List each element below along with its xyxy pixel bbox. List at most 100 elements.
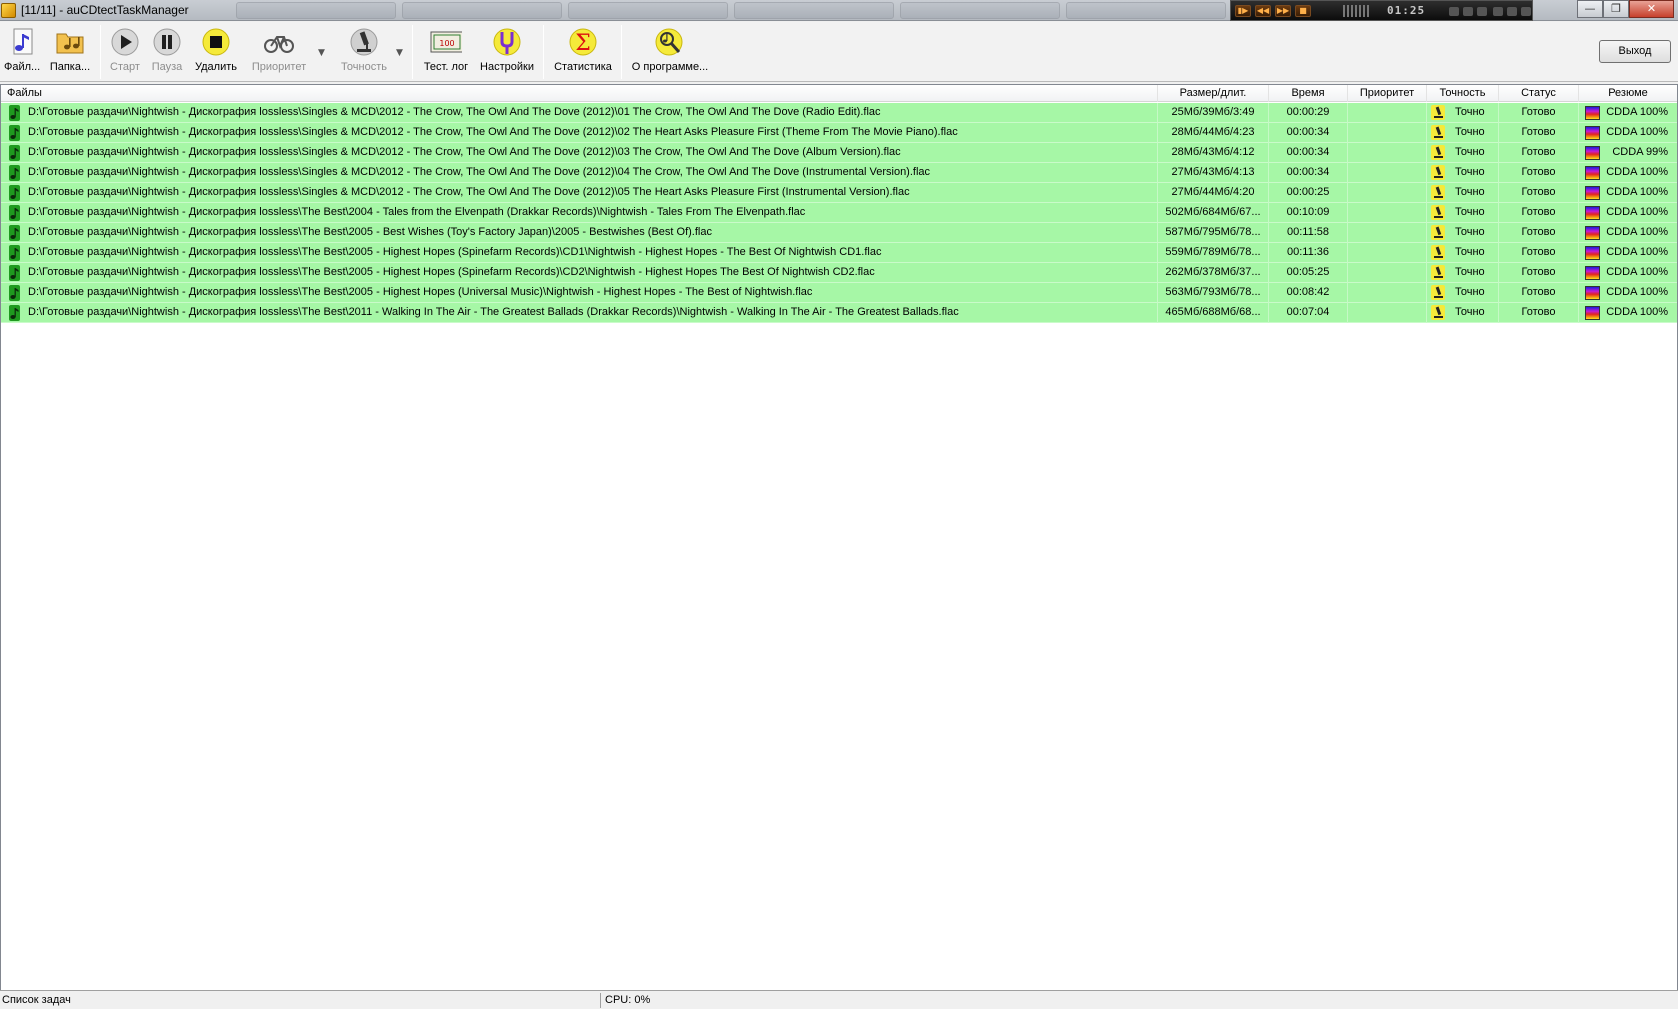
background-taskbar-tabs bbox=[236, 2, 1226, 19]
test-log-icon: 100 bbox=[430, 26, 462, 58]
accuracy-value: Точно bbox=[1427, 203, 1499, 223]
table-row[interactable]: D:\Готовые раздачи\Nightwish - Дискограф… bbox=[1, 203, 1677, 223]
table-row[interactable]: D:\Готовые раздачи\Nightwish - Дискограф… bbox=[1, 243, 1677, 263]
equalizer-icon bbox=[1343, 5, 1369, 17]
file-size: 587Мб/795Мб/78... bbox=[1158, 223, 1269, 243]
file-size: 27Мб/43Мб/4:13 bbox=[1158, 163, 1269, 183]
toolbar-separator bbox=[412, 25, 413, 79]
player-min-icon[interactable] bbox=[1493, 7, 1503, 16]
start-button[interactable]: Старт bbox=[106, 26, 144, 73]
play-icon bbox=[109, 26, 141, 58]
player-time: 01:25 bbox=[1387, 4, 1426, 17]
settings-button[interactable]: Настройки bbox=[478, 26, 536, 73]
accuracy-dropdown-arrow-icon[interactable]: ▼ bbox=[396, 48, 403, 58]
player-close-icon[interactable] bbox=[1521, 7, 1531, 16]
file-path: D:\Готовые раздачи\Nightwish - Дискограф… bbox=[1, 103, 1158, 123]
accuracy-value: Точно bbox=[1427, 103, 1499, 123]
table-row[interactable]: D:\Готовые раздачи\Nightwish - Дискограф… bbox=[1, 163, 1677, 183]
status-value: Готово bbox=[1499, 283, 1579, 303]
play-pause-icon[interactable]: ▮▶ bbox=[1235, 5, 1251, 17]
status-value: Готово bbox=[1499, 303, 1579, 323]
priority-value bbox=[1348, 243, 1427, 263]
sigma-icon: Σ bbox=[567, 26, 599, 58]
task-list[interactable]: Файлы Размер/длит. Время Приоритет Точно… bbox=[0, 84, 1678, 990]
statistics-button[interactable]: Σ Статистика bbox=[551, 26, 615, 73]
table-row[interactable]: D:\Готовые раздачи\Nightwish - Дискограф… bbox=[1, 303, 1677, 323]
file-size: 502Мб/684Мб/67... bbox=[1158, 203, 1269, 223]
player-max-icon[interactable] bbox=[1507, 7, 1517, 16]
table-header: Файлы Размер/длит. Время Приоритет Точно… bbox=[1, 85, 1677, 102]
music-note-icon bbox=[6, 26, 38, 58]
table-row[interactable]: D:\Готовые раздачи\Nightwish - Дискограф… bbox=[1, 123, 1677, 143]
priority-button[interactable]: Приоритет bbox=[250, 26, 308, 73]
result-value: CDDA 99% bbox=[1612, 146, 1668, 158]
file-path: D:\Готовые раздачи\Nightwish - Дискограф… bbox=[1, 243, 1158, 263]
test-log-button[interactable]: 100 Тест. лог bbox=[420, 26, 472, 73]
status-value: Готово bbox=[1499, 203, 1579, 223]
table-row[interactable]: D:\Готовые раздачи\Nightwish - Дискограф… bbox=[1, 223, 1677, 243]
table-row[interactable]: D:\Готовые раздачи\Nightwish - Дискограф… bbox=[1, 183, 1677, 203]
priority-dropdown-arrow-icon[interactable]: ▼ bbox=[318, 48, 325, 58]
folder-button[interactable]: Папка... bbox=[48, 26, 92, 73]
file-size: 465Мб/688Мб/68... bbox=[1158, 303, 1269, 323]
media-player-mini: ▮▶ ◀◀ ▶▶ ■ 01:25 bbox=[1230, 0, 1533, 21]
column-header-result[interactable]: Резюме bbox=[1579, 85, 1677, 102]
column-header-accuracy[interactable]: Точность bbox=[1427, 85, 1499, 102]
elapsed-time: 00:00:29 bbox=[1269, 103, 1348, 123]
window-title: [11/11] - auCDtectTaskManager bbox=[21, 3, 189, 17]
file-size: 25Мб/39Мб/3:49 bbox=[1158, 103, 1269, 123]
pause-button[interactable]: Пауза bbox=[148, 26, 186, 73]
table-row[interactable]: D:\Готовые раздачи\Nightwish - Дискограф… bbox=[1, 283, 1677, 303]
files-button[interactable]: Файл... bbox=[4, 26, 40, 73]
elapsed-time: 00:11:36 bbox=[1269, 243, 1348, 263]
toolbar: Файл... Папка... Старт Пауза Удалить При… bbox=[0, 22, 1678, 82]
table-row[interactable]: D:\Готовые раздачи\Nightwish - Дискограф… bbox=[1, 143, 1677, 163]
accuracy-button[interactable]: Точность bbox=[336, 26, 392, 73]
about-magnifier-icon bbox=[654, 26, 686, 58]
stop-icon bbox=[200, 26, 232, 58]
delete-button[interactable]: Удалить bbox=[192, 26, 240, 73]
status-value: Готово bbox=[1499, 223, 1579, 243]
volume-icon[interactable] bbox=[1449, 7, 1459, 16]
lock-icon[interactable] bbox=[1477, 7, 1487, 16]
elapsed-time: 00:00:25 bbox=[1269, 183, 1348, 203]
accuracy-value: Точно bbox=[1427, 223, 1499, 243]
elapsed-time: 00:07:04 bbox=[1269, 303, 1348, 323]
result-value: CDDA 100% bbox=[1606, 306, 1668, 318]
minimize-button[interactable]: — bbox=[1577, 0, 1603, 18]
status-value: Готово bbox=[1499, 163, 1579, 183]
stop-icon[interactable]: ■ bbox=[1295, 5, 1311, 17]
file-path: D:\Готовые раздачи\Nightwish - Дискограф… bbox=[1, 183, 1158, 203]
priority-value bbox=[1348, 303, 1427, 323]
result-value: CDDA 100% bbox=[1606, 186, 1668, 198]
column-header-status[interactable]: Статус bbox=[1499, 85, 1579, 102]
toolbar-separator bbox=[621, 25, 622, 79]
status-value: Готово bbox=[1499, 103, 1579, 123]
repeat-icon[interactable] bbox=[1463, 7, 1473, 16]
forward-icon[interactable]: ▶▶ bbox=[1275, 5, 1291, 17]
priority-value bbox=[1348, 183, 1427, 203]
elapsed-time: 00:00:34 bbox=[1269, 123, 1348, 143]
column-header-priority[interactable]: Приоритет bbox=[1348, 85, 1427, 102]
title-bar[interactable]: [11/11] - auCDtectTaskManager ▮▶ ◀◀ ▶▶ ■… bbox=[0, 0, 1678, 21]
file-size: 28Мб/43Мб/4:12 bbox=[1158, 143, 1269, 163]
tuning-fork-icon bbox=[491, 26, 523, 58]
result-value: CDDA 100% bbox=[1606, 106, 1668, 118]
exit-button[interactable]: Выход bbox=[1599, 40, 1671, 63]
column-header-size[interactable]: Размер/длит. bbox=[1158, 85, 1269, 102]
status-value: Готово bbox=[1499, 183, 1579, 203]
table-row[interactable]: D:\Готовые раздачи\Nightwish - Дискограф… bbox=[1, 103, 1677, 123]
column-header-time[interactable]: Время bbox=[1269, 85, 1348, 102]
maximize-button[interactable]: ❐ bbox=[1603, 0, 1629, 18]
close-button[interactable]: ✕ bbox=[1629, 0, 1674, 18]
table-row[interactable]: D:\Готовые раздачи\Nightwish - Дискограф… bbox=[1, 263, 1677, 283]
rewind-icon[interactable]: ◀◀ bbox=[1255, 5, 1271, 17]
about-button[interactable]: О программе... bbox=[630, 26, 710, 73]
app-icon bbox=[1, 3, 16, 18]
elapsed-time: 00:00:34 bbox=[1269, 163, 1348, 183]
file-path: D:\Готовые раздачи\Nightwish - Дискограф… bbox=[1, 223, 1158, 243]
file-path: D:\Готовые раздачи\Nightwish - Дискограф… bbox=[1, 163, 1158, 183]
svg-text:Σ: Σ bbox=[575, 31, 591, 56]
result-value: CDDA 100% bbox=[1606, 286, 1668, 298]
column-header-files[interactable]: Файлы bbox=[1, 85, 1158, 102]
